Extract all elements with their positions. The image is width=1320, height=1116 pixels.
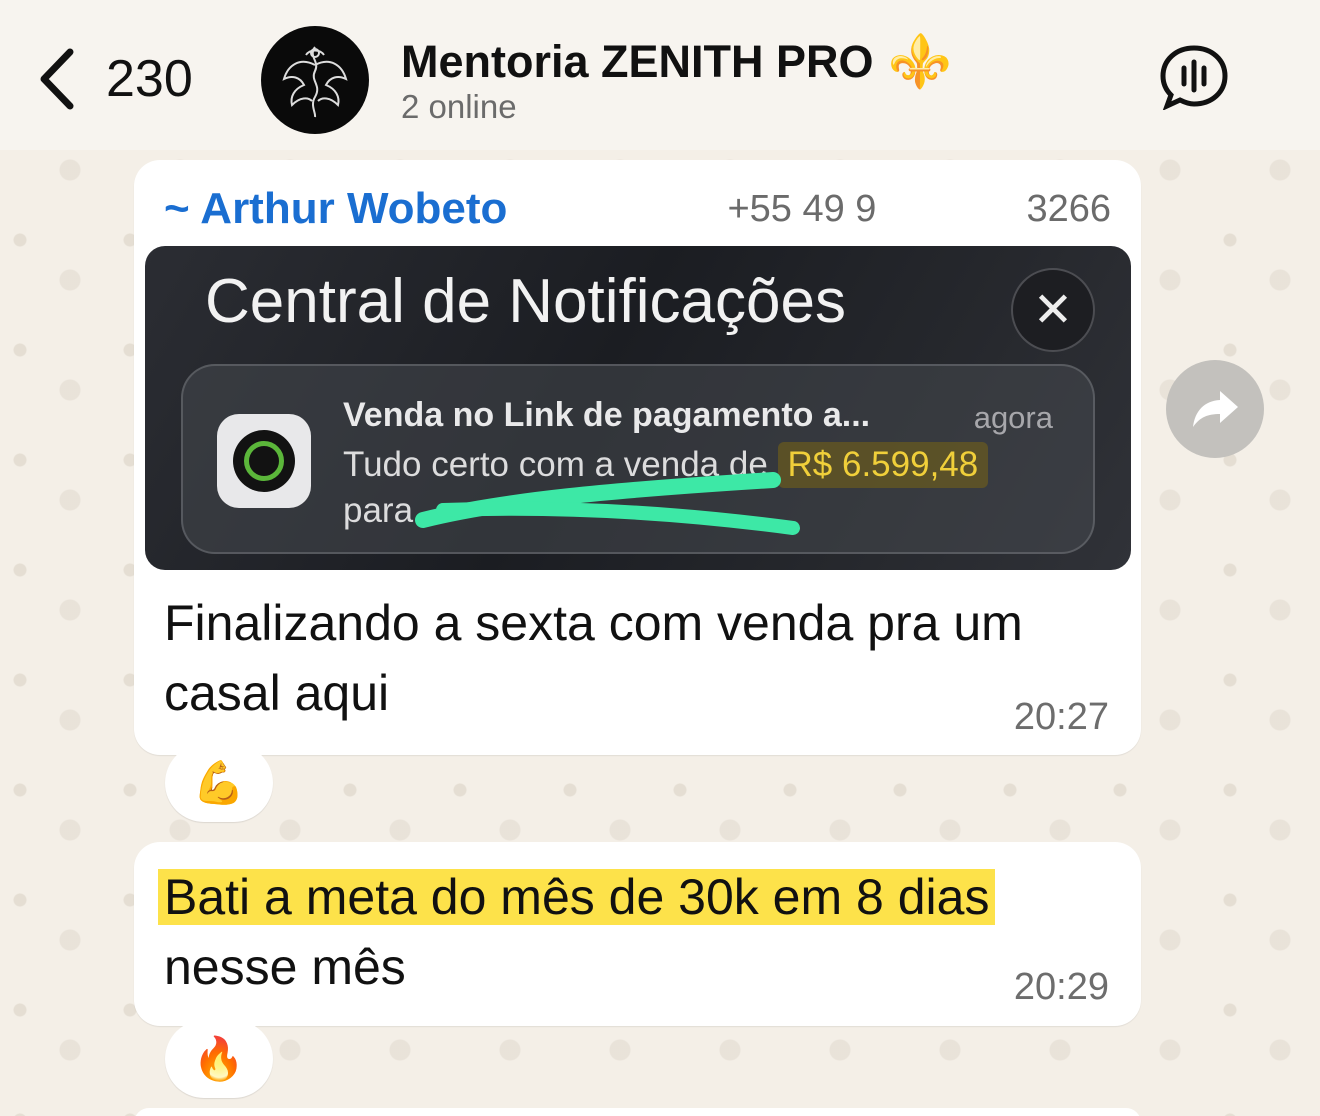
notification-center-title: Central de Notificações <box>205 267 846 336</box>
reaction-badge[interactable]: 💪 <box>165 744 273 822</box>
group-title[interactable]: Mentoria ZENITH PRO ⚜️ <box>401 36 952 88</box>
sender-name[interactable]: ~ Arthur Wobeto <box>164 184 507 234</box>
message-bubble-partial[interactable] <box>134 1108 1141 1116</box>
sender-phone: +55 49 9 3266 <box>727 188 1111 231</box>
chevron-left-icon <box>40 48 74 110</box>
fleur-de-lis-icon: ⚜️ <box>887 33 953 91</box>
message-text-rest: nesse mês <box>164 939 406 995</box>
notification-time: agora <box>973 400 1053 435</box>
notification-title: Venda no Link de pagamento a... <box>343 396 871 434</box>
redaction-scribble <box>415 472 800 535</box>
forward-arrow-icon <box>1193 391 1238 427</box>
message-time: 20:29 <box>1013 966 1109 1008</box>
phone-prefix: +55 49 9 <box>727 188 877 230</box>
message-text: Bati a meta do mês de 30k em 8 dias ness… <box>158 862 1124 1002</box>
chat-header: 230 Mentoria ZENITH PRO ⚜️ 2 online <box>0 0 1320 150</box>
online-status: 2 online <box>401 88 517 125</box>
close-icon: ✕ <box>1011 268 1095 352</box>
voice-chat-icon[interactable] <box>1158 44 1230 110</box>
message-time: 20:27 <box>1013 696 1109 738</box>
unread-count: 230 <box>106 50 193 108</box>
highlighted-text: Bati a meta do mês de 30k em 8 dias <box>158 869 996 925</box>
phone-suffix: 3266 <box>1026 188 1111 230</box>
back-button[interactable]: 230 <box>34 44 224 114</box>
phoenix-logo-icon <box>282 46 348 118</box>
message-text: Finalizando a sexta com venda pra um cas… <box>164 595 1023 721</box>
app-icon <box>217 414 311 508</box>
notification-body-line2: para <box>343 491 414 530</box>
reaction-badge[interactable]: 🔥 <box>165 1020 273 1098</box>
group-avatar[interactable] <box>261 26 369 134</box>
attached-screenshot[interactable]: Central de Notificações ✕ Venda no Link … <box>145 246 1131 570</box>
group-title-text: Mentoria ZENITH PRO <box>401 36 874 87</box>
message-bubble[interactable]: ~ Arthur Wobeto +55 49 9 3266 Central de … <box>134 160 1141 755</box>
message-bubble[interactable]: Bati a meta do mês de 30k em 8 dias ness… <box>134 842 1141 1026</box>
forward-button[interactable] <box>1166 360 1264 458</box>
